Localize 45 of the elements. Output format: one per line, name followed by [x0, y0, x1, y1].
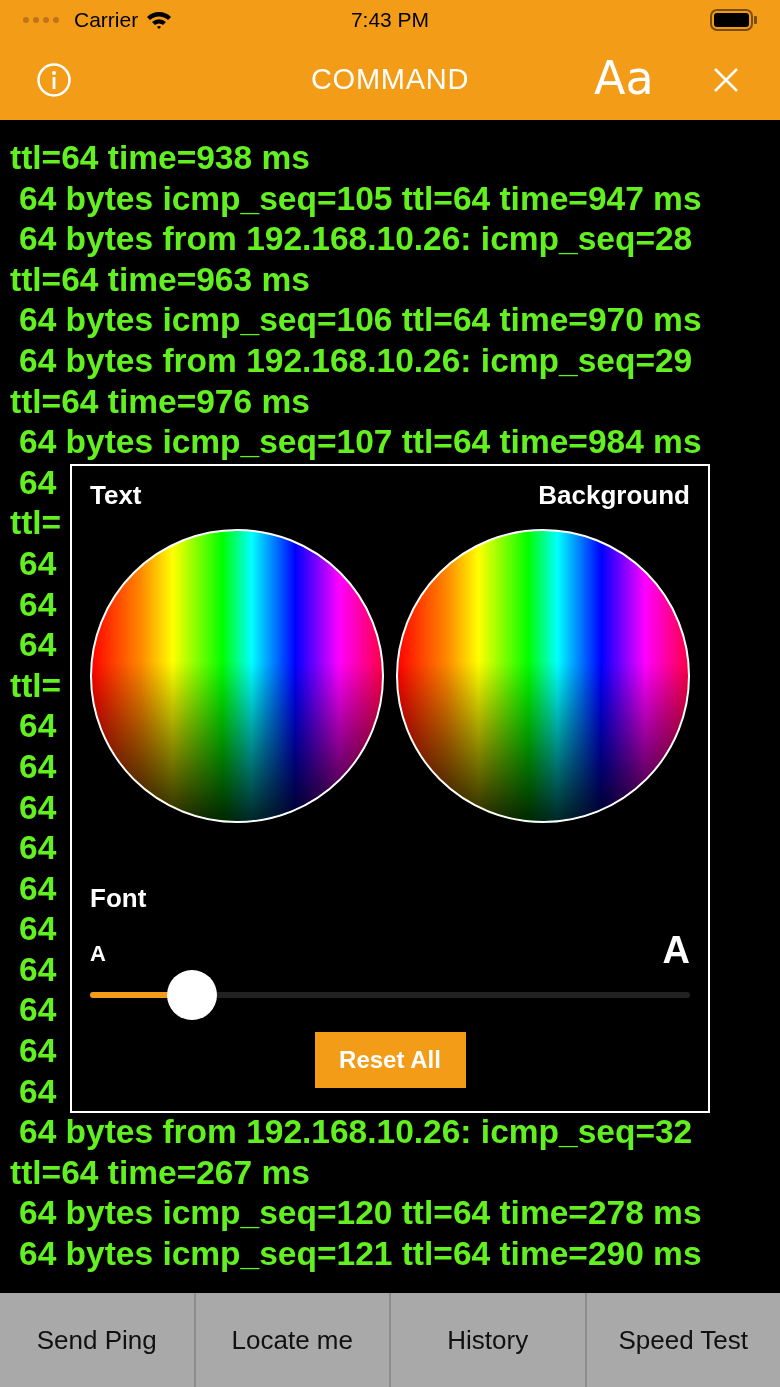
clock-time: 7:43 PM [350, 7, 430, 34]
log-line: 64 [18, 828, 57, 869]
log-line: ttl=64 time=963 ms [9, 259, 310, 300]
log-line: 64 [18, 706, 57, 747]
signal-icon [22, 16, 62, 24]
background-color-label: Background [538, 479, 690, 512]
log-line: 64 [18, 990, 57, 1031]
log-line: 64 [18, 584, 57, 625]
log-line: 64 [18, 746, 57, 787]
large-a-label: A [662, 930, 690, 970]
log-line: ttl=64 time=938 ms [9, 138, 310, 178]
text-color-label: Text [90, 479, 142, 512]
log-line: 64 [18, 787, 57, 828]
log-line: 64 bytes from 192.168.10.26: icmp_seq=28 [18, 219, 693, 260]
log-line: ttl= [9, 665, 62, 706]
log-line: 64 [18, 949, 57, 990]
log-line: 64 [18, 462, 57, 503]
slider-thumb[interactable] [167, 970, 217, 1020]
font-size-slider[interactable] [90, 970, 690, 1020]
battery-icon [710, 9, 758, 31]
log-line: 64 bytes icmp_seq=105 ttl=64 time=947 ms [18, 178, 702, 219]
log-line: 64 [18, 543, 57, 584]
log-line: 64 [18, 1071, 57, 1112]
log-line: ttl=64 time=267 ms [9, 1152, 310, 1193]
log-line: ttl= [9, 503, 62, 544]
log-line: 64 bytes icmp_seq=107 ttl=64 time=984 ms [18, 422, 702, 463]
close-icon [712, 66, 740, 94]
log-line: 64 bytes icmp_seq=121 ttl=64 time=290 ms [18, 1234, 702, 1275]
log-line: 64 bytes from 192.168.10.26: icmp_seq=29 [18, 340, 693, 381]
log-line: 64 bytes icmp_seq=106 ttl=64 time=970 ms [18, 300, 702, 341]
log-line: 64 [18, 909, 57, 950]
carrier-name: Carrier [74, 7, 139, 34]
log-line: 64 [18, 868, 57, 909]
screen-title: COMMAND [310, 62, 470, 98]
small-a-label: A [90, 940, 106, 968]
text-color-picker[interactable] [90, 529, 384, 823]
log-line: 64 [18, 1031, 57, 1072]
background-color-picker[interactable] [396, 529, 690, 823]
log-line: 64 bytes from 192.168.10.26: icmp_seq=32 [18, 1112, 693, 1153]
log-line: 64 [18, 625, 57, 666]
wifi-icon [146, 10, 173, 30]
log-line: 64 bytes icmp_seq=120 ttl=64 time=278 ms [18, 1193, 702, 1234]
info-icon [36, 62, 72, 98]
font-label: Font [90, 882, 148, 915]
log-line: ttl=64 time=976 ms [9, 381, 310, 422]
